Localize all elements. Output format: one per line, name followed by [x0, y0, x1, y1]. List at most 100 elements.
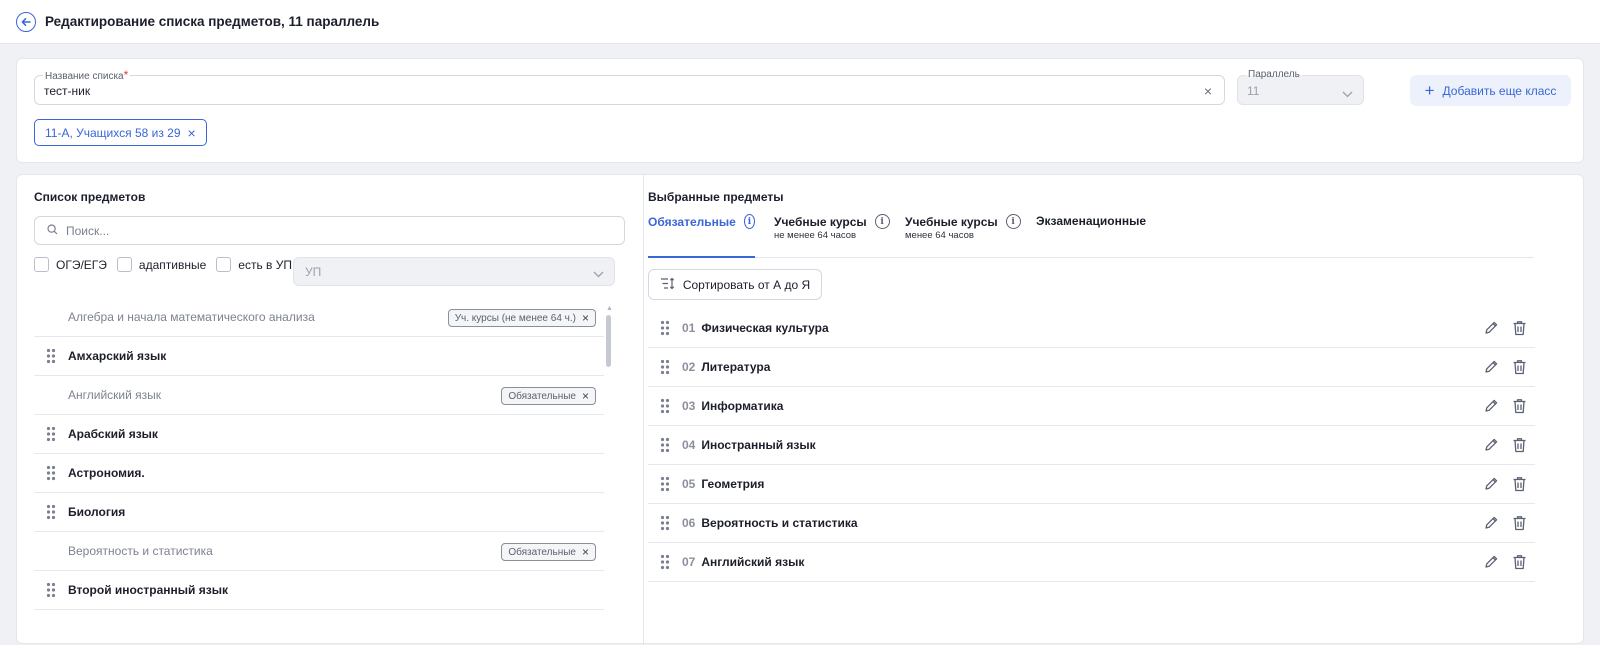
add-class-label: Добавить еще класс: [1442, 83, 1557, 98]
drag-handle-icon[interactable]: [648, 476, 682, 492]
chevron-down-icon: [1342, 86, 1353, 101]
list-name-field[interactable]: Название списка* тест-ник ×: [34, 69, 1225, 105]
drag-handle-icon[interactable]: [34, 426, 68, 442]
subject-name: Английский язык: [701, 555, 805, 569]
checkbox-box[interactable]: [34, 257, 49, 272]
close-icon[interactable]: ×: [582, 546, 589, 558]
sort-button[interactable]: Сортировать от А до Я: [648, 269, 822, 300]
parallel-select: Параллель 11: [1237, 69, 1364, 105]
list-item[interactable]: Биология: [34, 493, 604, 532]
required-mark: *: [123, 68, 129, 82]
info-icon[interactable]: i: [743, 214, 755, 229]
subject-name: Английский язык: [68, 388, 162, 402]
trash-icon[interactable]: [1512, 554, 1527, 570]
drag-handle-icon[interactable]: [34, 465, 68, 481]
up-select-value: УП: [305, 264, 322, 279]
drag-handle-icon[interactable]: [648, 437, 682, 453]
info-icon[interactable]: i: [1005, 214, 1021, 229]
trash-icon[interactable]: [1512, 398, 1527, 414]
pencil-icon[interactable]: [1484, 515, 1499, 531]
trash-icon[interactable]: [1512, 476, 1527, 492]
list-item[interactable]: Арабский язык: [34, 415, 604, 454]
plus-icon: +: [1424, 80, 1435, 100]
drag-handle-icon[interactable]: [648, 398, 682, 414]
subject-name: Астрономия.: [68, 466, 145, 480]
scroll-thumb[interactable]: [606, 315, 611, 367]
list-item[interactable]: Английский язык Обязательные ×: [34, 376, 604, 415]
tab-courses-under-64[interactable]: Учебные курсы i менее 64 часов: [905, 214, 1021, 258]
pencil-icon[interactable]: [1484, 359, 1499, 375]
list-item[interactable]: Вероятность и статистика Обязательные ×: [34, 532, 604, 571]
scrollbar[interactable]: ▲: [606, 305, 613, 615]
list-item[interactable]: Амхарский язык: [34, 337, 604, 376]
filter-adaptive-checkbox[interactable]: адаптивные: [116, 257, 206, 272]
filters-row: ОГЭ/ЕГЭ адаптивные есть в УП: [34, 257, 302, 272]
sort-icon: [660, 277, 675, 293]
drag-handle-icon[interactable]: [34, 582, 68, 598]
pencil-icon[interactable]: [1484, 320, 1499, 336]
close-icon[interactable]: ×: [188, 126, 196, 140]
list-name-value[interactable]: тест-ник: [44, 84, 90, 98]
drag-handle-icon[interactable]: [34, 504, 68, 520]
drag-handle-icon[interactable]: [34, 348, 68, 364]
tab-exam[interactable]: Экзаменационные: [1036, 214, 1146, 258]
list-item[interactable]: 07 Английский язык: [648, 543, 1535, 582]
close-icon[interactable]: ×: [582, 312, 589, 324]
trash-icon[interactable]: [1512, 359, 1527, 375]
subject-number: 05: [682, 477, 696, 491]
pencil-icon[interactable]: [1484, 554, 1499, 570]
trash-icon[interactable]: [1512, 515, 1527, 531]
drag-handle-icon[interactable]: [648, 320, 682, 336]
subject-number: 07: [682, 555, 696, 569]
class-chip-label: 11-А, Учащихся 58 из 29: [45, 125, 181, 140]
up-select: УП: [293, 257, 615, 286]
checkbox-box[interactable]: [216, 257, 232, 272]
parallel-label: Параллель: [1246, 69, 1302, 81]
filter-in-up-label: есть в УП: [238, 257, 292, 272]
trash-icon[interactable]: [1512, 437, 1527, 453]
subject-name: Алгебра и начала математического анализа: [68, 310, 315, 324]
list-item[interactable]: 04 Иностранный язык: [648, 426, 1535, 465]
subject-name: Второй иностранный язык: [68, 583, 228, 597]
subject-number: 04: [682, 438, 696, 452]
pencil-icon[interactable]: [1484, 398, 1499, 414]
tab-mandatory[interactable]: Обязательные i: [648, 214, 755, 258]
subjects-card: Список предметов ОГЭ/ЕГЭ адаптивные есть…: [16, 174, 1584, 645]
search-field[interactable]: [34, 216, 625, 245]
drag-handle-icon[interactable]: [648, 359, 682, 375]
column-divider: [643, 175, 644, 645]
list-item[interactable]: 01 Физическая культура: [648, 309, 1535, 348]
trash-icon[interactable]: [1512, 320, 1527, 336]
pencil-icon[interactable]: [1484, 476, 1499, 492]
parallel-value: 11: [1247, 84, 1260, 98]
drag-handle-icon[interactable]: [648, 515, 682, 531]
drag-handle-icon[interactable]: [648, 554, 682, 570]
pencil-icon[interactable]: [1484, 437, 1499, 453]
subject-number: 06: [682, 516, 696, 530]
page-title: Редактирование списка предметов, 11 пара…: [45, 14, 380, 29]
info-icon[interactable]: i: [874, 214, 890, 229]
subject-number: 02: [682, 360, 696, 374]
search-input[interactable]: [66, 223, 586, 238]
add-class-button[interactable]: + Добавить еще класс: [1410, 75, 1571, 106]
tab-courses-64-plus[interactable]: Учебные курсы i не менее 64 часов: [774, 214, 892, 258]
list-item[interactable]: 03 Информатика: [648, 387, 1535, 426]
scroll-up-arrow-icon[interactable]: ▲: [606, 305, 613, 312]
selected-subjects-list: 01 Физическая культура 02 Литература 03 …: [648, 309, 1535, 582]
list-item[interactable]: 05 Геометрия: [648, 465, 1535, 504]
close-icon[interactable]: ×: [1204, 83, 1212, 99]
list-item[interactable]: Астрономия.: [34, 454, 604, 493]
list-item[interactable]: Второй иностранный язык: [34, 571, 604, 610]
category-tabs: Обязательные i Учебные курсы i не менее 64…: [648, 214, 1534, 258]
close-icon[interactable]: ×: [582, 390, 589, 402]
arrow-left-circle-icon[interactable]: [16, 11, 36, 32]
list-item[interactable]: 02 Литература: [648, 348, 1535, 387]
list-item[interactable]: Алгебра и начала математического анализа…: [34, 298, 604, 337]
subject-name: Физическая культура: [701, 321, 829, 335]
checkbox-box[interactable]: [116, 257, 132, 272]
filter-in-up-checkbox[interactable]: есть в УП: [216, 257, 292, 272]
filter-oge-checkbox[interactable]: ОГЭ/ЕГЭ: [34, 257, 107, 272]
list-item[interactable]: 06 Вероятность и статистика: [648, 504, 1535, 543]
subject-name: Геометрия: [701, 477, 765, 491]
class-chip: 11-А, Учащихся 58 из 29 ×: [34, 119, 207, 146]
